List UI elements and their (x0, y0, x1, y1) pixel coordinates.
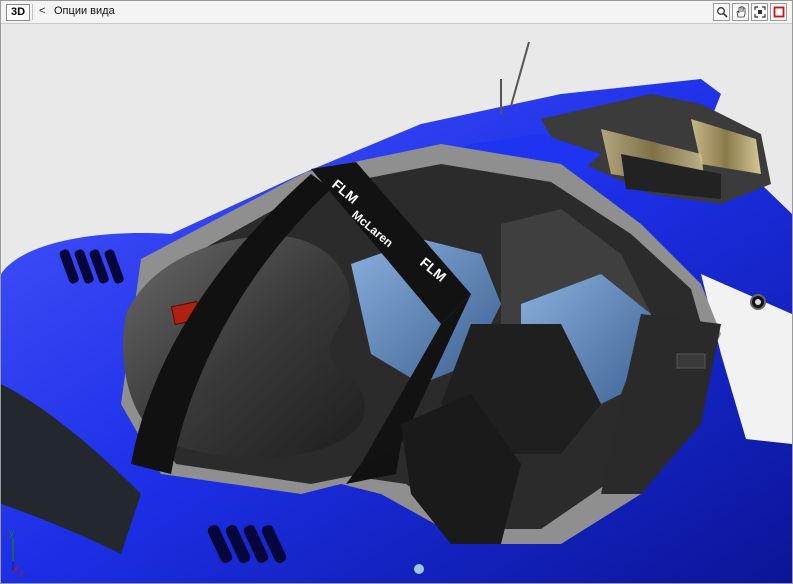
view-tools (713, 3, 787, 21)
magnifier-icon (716, 7, 728, 18)
axis-gizmo-icon: y x (9, 528, 24, 578)
axis-x-label: x (19, 569, 24, 578)
fit-frame-icon (753, 6, 766, 18)
fit-view-button[interactable] (751, 3, 768, 21)
viewer-toolbar: 3D < Опции вида (1, 1, 792, 24)
axis-y-label: y (9, 528, 14, 539)
stop-button[interactable] (770, 3, 787, 21)
toolbar-divider (32, 4, 33, 20)
app-window: 3D < Опции вида FLM McLaren FLM y x (0, 0, 793, 584)
red-square-icon (773, 6, 784, 18)
zoom-button[interactable] (713, 3, 730, 21)
hand-icon (736, 6, 745, 18)
car-model-render: FLM McLaren FLM (1, 41, 792, 583)
back-button[interactable]: < (39, 5, 45, 17)
3d-mode-button[interactable]: 3D (6, 4, 30, 21)
pan-button[interactable] (732, 3, 749, 21)
3d-viewport[interactable]: FLM McLaren FLM y x (1, 24, 792, 583)
view-options-label[interactable]: Опции вида (54, 5, 115, 17)
